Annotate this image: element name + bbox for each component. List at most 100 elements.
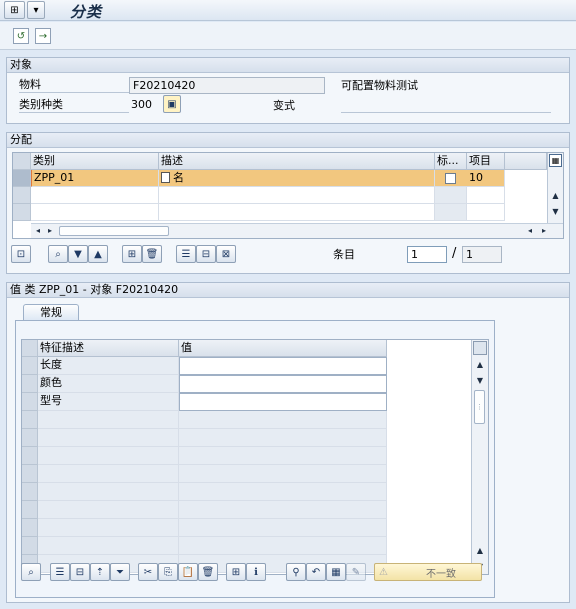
sort-ascending-icon[interactable]: ⇡ — [90, 563, 110, 581]
row-selector[interactable] — [22, 393, 38, 411]
vertical-scrollbar[interactable]: ▲ ▼ ⋮ ▲ ▼ — [471, 340, 488, 574]
column-settings-icon[interactable] — [473, 341, 487, 355]
value-input[interactable] — [179, 357, 387, 375]
deselect-all-icon[interactable]: ⊠ — [216, 245, 236, 263]
values-group: 值 类 ZPP_01 - 对象 F20210420 常规 特征描述 值 长度 颜… — [6, 282, 570, 603]
inconsistent-button[interactable]: ⚠ 不一致 — [374, 563, 482, 581]
row-selector[interactable] — [22, 447, 38, 465]
table-cell[interactable] — [467, 187, 505, 204]
scroll-up-icon[interactable]: ▲ — [472, 546, 488, 555]
undo-icon[interactable]: ↶ — [306, 563, 326, 581]
row-selector[interactable] — [22, 357, 38, 375]
sort-down-icon[interactable]: ▼ — [68, 245, 88, 263]
scroll-left-icon[interactable]: ◂ — [33, 226, 43, 235]
values-group-header: 值 类 ZPP_01 - 对象 F20210420 — [7, 283, 569, 298]
assignment-table: 类别 描述 标... 项目 ZPP_01 名 10 ▦ ▲ ▼ ◂ ▸ ◂ ▸ — [12, 152, 564, 239]
delete-icon[interactable]: 🗑 — [198, 563, 218, 581]
paste-icon[interactable]: 📋 — [178, 563, 198, 581]
scroll-up-icon[interactable]: ▲ — [472, 360, 488, 369]
scroll-left-icon[interactable]: ◂ — [525, 226, 535, 235]
row-selector[interactable] — [22, 411, 38, 429]
column-header-item[interactable]: 项目 — [467, 153, 505, 170]
delete-row-icon[interactable]: 🗑 — [142, 245, 162, 263]
row-selector[interactable] — [22, 537, 38, 555]
column-header-characteristic[interactable]: 特征描述 — [38, 340, 179, 357]
column-header-status[interactable]: 标... — [435, 153, 467, 170]
scroll-right-icon[interactable]: ▸ — [539, 226, 549, 235]
row-selector[interactable] — [22, 501, 38, 519]
insert-row-icon[interactable]: ⊞ — [122, 245, 142, 263]
table-cell — [435, 187, 467, 204]
row-selector[interactable] — [22, 483, 38, 501]
table-cell — [38, 483, 179, 501]
table-view-icon[interactable]: ▦ — [326, 563, 346, 581]
select-block-icon[interactable]: ⊟ — [70, 563, 90, 581]
create-icon[interactable]: ↺ — [13, 28, 29, 44]
value-input[interactable] — [179, 393, 387, 411]
select-all-cell[interactable] — [22, 340, 38, 357]
value-input[interactable] — [179, 375, 387, 393]
row-selector[interactable] — [13, 204, 31, 221]
sort-up-icon[interactable]: ▲ — [88, 245, 108, 263]
table-cell[interactable] — [159, 187, 435, 204]
dropdown-icon[interactable]: ▾ — [27, 1, 45, 19]
copy-icon[interactable]: ⎘ — [158, 563, 178, 581]
row-selector[interactable] — [22, 465, 38, 483]
edit-icon: ✎ — [346, 563, 366, 581]
item-cell[interactable]: 10 — [467, 170, 505, 187]
vertical-scrollbar[interactable]: ▦ ▲ ▼ — [547, 153, 563, 223]
insert-row-icon[interactable]: ⊞ — [226, 563, 246, 581]
select-all-cell[interactable] — [13, 153, 31, 170]
forward-icon[interactable]: → — [35, 28, 51, 44]
system-menu-icon[interactable]: ⊞ — [4, 1, 25, 19]
page-title: 分类 — [70, 3, 103, 21]
scroll-right-icon[interactable]: ▸ — [45, 226, 55, 235]
entries-total-field: 1 — [462, 246, 502, 263]
scroll-thumb[interactable] — [59, 226, 169, 236]
table-cell[interactable] — [159, 204, 435, 221]
column-header-class[interactable]: 类别 — [31, 153, 159, 170]
status-checkbox[interactable] — [445, 173, 456, 184]
row-selector[interactable] — [13, 170, 31, 187]
find-icon[interactable]: ⌕ — [21, 563, 41, 581]
select-all-icon[interactable]: ☰ — [176, 245, 196, 263]
scroll-up-icon[interactable]: ▲ — [548, 191, 563, 200]
tab-general[interactable]: 常规 — [23, 304, 79, 321]
table-cell — [38, 519, 179, 537]
column-header-description[interactable]: 描述 — [159, 153, 435, 170]
entries-label: 条目 — [333, 248, 355, 261]
class-type-help-icon[interactable]: ▣ — [163, 95, 181, 113]
row-selector[interactable] — [13, 187, 31, 204]
row-selector[interactable] — [22, 519, 38, 537]
column-header-value[interactable]: 值 — [179, 340, 387, 357]
table-cell[interactable] — [31, 204, 159, 221]
scroll-thumb[interactable]: ⋮ — [474, 390, 485, 424]
table-cell[interactable] — [31, 187, 159, 204]
description-cell[interactable]: 名 — [171, 170, 435, 187]
class-type-field[interactable]: 300 — [131, 98, 152, 112]
entries-current-input[interactable]: 1 — [407, 246, 447, 263]
find-icon[interactable]: ⌕ — [48, 245, 68, 263]
row-selector[interactable] — [22, 429, 38, 447]
details-icon[interactable]: ⊡ — [11, 245, 31, 263]
material-field[interactable]: F20210420 — [129, 77, 325, 94]
select-block-icon[interactable]: ⊟ — [196, 245, 216, 263]
table-cell — [179, 429, 387, 447]
class-cell[interactable]: ZPP_01 — [31, 170, 159, 187]
scroll-down-icon[interactable]: ▼ — [548, 207, 563, 216]
row-selector[interactable] — [22, 375, 38, 393]
select-all-icon[interactable]: ☰ — [50, 563, 70, 581]
column-settings-icon[interactable]: ▦ — [549, 154, 562, 167]
table-cell — [179, 447, 387, 465]
scroll-down-icon[interactable]: ▼ — [472, 376, 488, 385]
info-icon[interactable]: ℹ — [246, 563, 266, 581]
divider — [341, 112, 551, 113]
filter-icon[interactable]: ⏷ — [110, 563, 130, 581]
cut-icon[interactable]: ✂ — [138, 563, 158, 581]
table-cell — [179, 411, 387, 429]
characteristics-table: 特征描述 值 长度 颜色 型号 ▲ ▼ ⋮ ▲ ▼ — [21, 339, 489, 575]
binoculars-icon[interactable]: ⚲ — [286, 563, 306, 581]
table-cell — [38, 429, 179, 447]
table-cell[interactable] — [467, 204, 505, 221]
horizontal-scrollbar[interactable]: ◂ ▸ ◂ ▸ — [31, 223, 563, 238]
